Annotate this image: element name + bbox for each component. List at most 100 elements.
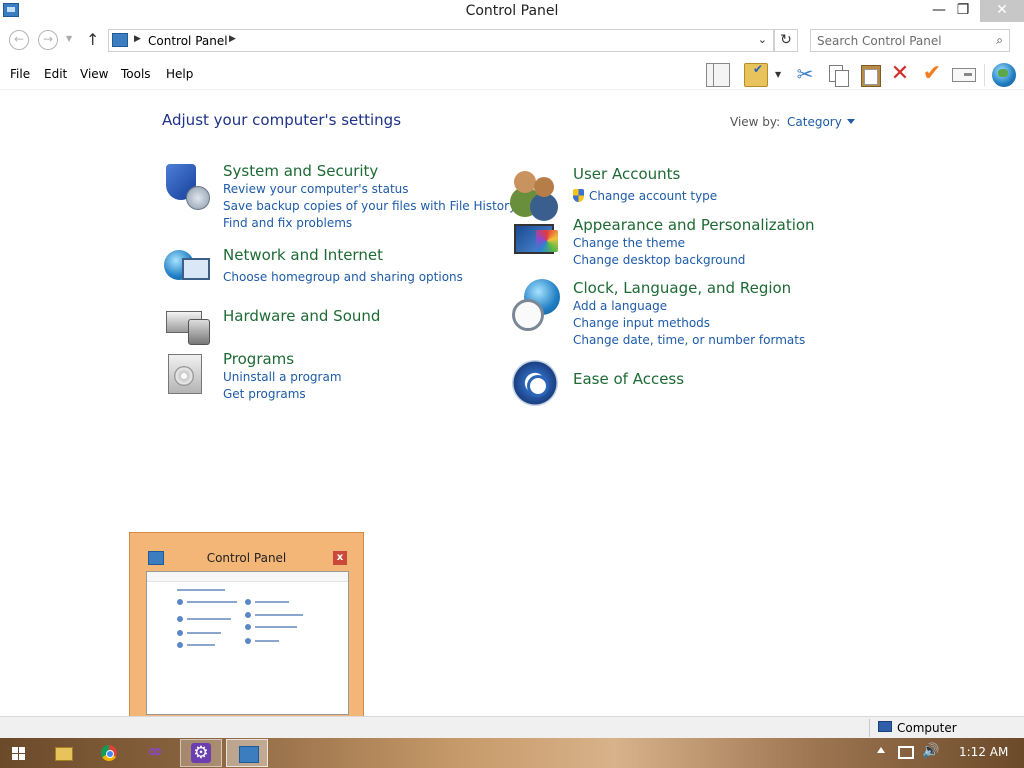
delete-icon[interactable]: ✕ [888,63,912,87]
thumbnail-dot [245,624,251,630]
breadcrumb-separator[interactable]: ▶ [134,34,141,44]
back-button[interactable]: ← [9,30,29,50]
appearance-icon[interactable] [512,216,560,264]
menu-file[interactable]: File [10,67,30,81]
thumbnail-toolbar [147,572,348,582]
search-box[interactable]: ⌕ [810,29,1010,52]
status-bar: Computer [0,716,1024,738]
folder-options-icon[interactable] [744,62,768,87]
thumbnail-line [255,614,303,616]
task-link[interactable]: Uninstall a program [223,370,342,384]
address-dropdown-icon[interactable]: ⌄ [758,33,767,46]
maximize-button[interactable]: ❐ [946,0,980,22]
category-title[interactable]: User Accounts [573,165,680,183]
category-title[interactable]: System and Security [223,162,378,180]
category-title[interactable]: Appearance and Personalization [573,216,815,234]
layout-pane-icon[interactable] [706,63,730,87]
network-icon[interactable] [162,246,210,294]
category-title[interactable]: Hardware and Sound [223,307,380,325]
task-link[interactable]: Change account type [573,189,717,203]
taskbar-control-panel-icon[interactable] [226,739,268,767]
status-location: Computer [897,721,957,735]
view-by-label: View by: [730,115,781,129]
programs-icon[interactable] [162,350,210,398]
task-link[interactable]: Add a language [573,299,667,313]
volume-icon[interactable]: 🔊 [922,743,939,759]
task-link[interactable]: Find and fix problems [223,216,352,230]
thumbnail-dot [177,630,183,636]
file-explorer-icon[interactable] [48,739,78,767]
thumbnail-dot [245,638,251,644]
task-link[interactable]: Save backup copies of your files with Fi… [223,199,516,213]
menu-view[interactable]: View [80,67,108,81]
refresh-button[interactable]: ↻ [774,29,798,52]
up-button[interactable]: ↑ [86,30,99,49]
show-hidden-icons-icon[interactable] [877,747,885,753]
task-link[interactable]: Choose homegroup and sharing options [223,270,463,284]
menu-bar: File Edit View Tools Help ▼ ✂ ✕ ✔ [0,60,1024,90]
category-title[interactable]: Network and Internet [223,246,383,264]
thumbnail-line [255,601,289,603]
thumbnail-dot [177,616,183,622]
preview-close-button[interactable]: x [333,551,347,565]
category-title[interactable]: Programs [223,350,294,368]
task-link[interactable]: Review your computer's status [223,182,409,196]
toolbar-divider [984,64,985,86]
start-button-windows-icon[interactable] [8,739,30,767]
network-tray-icon[interactable] [898,746,914,759]
thumbnail-dot [245,599,251,605]
clock-time[interactable]: 1:12 AM [959,745,1008,759]
shield-icon[interactable] [162,162,210,210]
search-input[interactable] [817,33,987,49]
ease-of-access-icon[interactable] [512,360,560,408]
clock-globe-icon[interactable] [512,279,560,331]
thumbnail-dot [245,612,251,618]
computer-icon [878,721,892,732]
breadcrumb-control-panel[interactable]: Control Panel [148,34,228,48]
status-divider [869,719,870,737]
thumbnail-dot [177,642,183,648]
preview-thumbnail[interactable] [146,571,349,715]
category-title[interactable]: Ease of Access [573,370,684,388]
thumbnail-line [255,626,297,628]
taskbar-thumbnail-preview[interactable]: Control Panel x [129,532,364,730]
properties-icon[interactable] [952,68,976,82]
folder-options-dropdown[interactable]: ▼ [775,70,781,79]
settings-gear-icon[interactable] [180,739,222,767]
task-link[interactable]: Change input methods [573,316,710,330]
recent-locations-dropdown[interactable]: ▼ [66,34,72,43]
cut-icon[interactable]: ✂ [793,63,817,87]
control-panel-icon [112,33,128,47]
close-button[interactable]: ✕ [980,0,1024,22]
visual-studio-icon[interactable]: ∞ [140,739,170,767]
thumbnail-line [187,601,237,603]
forward-button[interactable]: → [38,30,58,50]
breadcrumb-separator[interactable]: ▶ [229,34,236,44]
task-link[interactable]: Change the theme [573,236,685,250]
copy-icon[interactable] [826,63,850,87]
printer-icon[interactable] [162,297,210,345]
menu-help[interactable]: Help [166,67,193,81]
task-link[interactable]: Change date, time, or number formats [573,333,805,347]
task-link[interactable]: Get programs [223,387,306,401]
uac-shield-icon [573,189,584,202]
window-title: Control Panel [465,3,559,19]
address-bar[interactable]: ▶ Control Panel ▶ ⌄ [108,29,774,52]
menu-edit[interactable]: Edit [44,67,67,81]
thumbnail-line [177,589,225,591]
search-icon[interactable]: ⌕ [996,33,1003,48]
view-by-dropdown[interactable]: Category [787,115,855,129]
category-title[interactable]: Clock, Language, and Region [573,279,791,297]
thumbnail-dot [177,599,183,605]
taskbar: ∞ 🔊 1:12 AM [0,738,1024,768]
users-icon[interactable] [512,165,560,213]
paste-icon[interactable] [858,63,882,87]
task-link[interactable]: Change desktop background [573,253,745,267]
globe-icon[interactable] [992,63,1016,87]
thumbnail-line [255,640,279,642]
chrome-icon[interactable] [94,739,124,767]
check-icon[interactable]: ✔ [920,63,944,87]
thumbnail-line [187,618,231,620]
page-title: Adjust your computer's settings [162,111,402,129]
menu-tools[interactable]: Tools [121,67,151,81]
